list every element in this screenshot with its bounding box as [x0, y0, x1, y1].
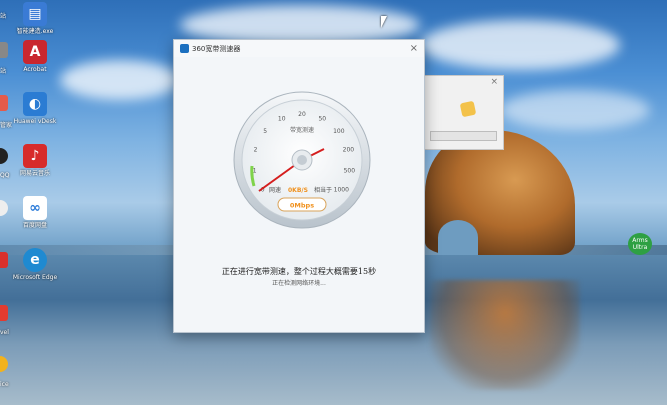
gauge-svg: 01251020501002005001000 带宽测速 网速 0KB/S 相当… [233, 91, 371, 229]
vdesk-icon: ◐ [23, 92, 47, 116]
gauge-tick-label: 2 [254, 147, 258, 154]
desktop-icon-label: 网易云音乐 [19, 170, 50, 177]
tray-badge[interactable]: Arms Ultra [628, 233, 652, 255]
desktop-icon-edge[interactable]: e Microsoft Edge [6, 248, 64, 282]
desktop-icon-label: 智能建造.exe [16, 28, 54, 35]
cloud [500, 90, 650, 130]
edge-label: vel [0, 329, 9, 336]
gauge-tick-label: 20 [298, 111, 306, 118]
app-logo-icon [180, 44, 189, 53]
app-icon[interactable] [0, 305, 8, 321]
cloud [60, 60, 180, 100]
acrobat-icon: A [23, 40, 47, 64]
desktop-icon-smart-build[interactable]: ▤ 智能建造.exe [6, 2, 64, 36]
gauge-tick-label: 500 [344, 167, 356, 174]
gauge-tick-label: 5 [263, 128, 267, 135]
equivalent-label: 相当于 [314, 186, 332, 194]
desktop-icon-netease-music[interactable]: ♪ 网易云音乐 [6, 144, 64, 178]
progress-bar [430, 131, 497, 141]
file-icon: ▤ [23, 2, 47, 26]
gauge-tick-label: 200 [343, 147, 355, 154]
window-title: 360宽带测速器 [192, 44, 241, 53]
edge-icon: e [23, 248, 47, 272]
edge-label: ice [0, 381, 9, 388]
gauge-tick-label: 1 [253, 167, 257, 174]
desktop-icon-label: Microsoft Edge [12, 274, 58, 281]
speed-label: 网速 [269, 187, 281, 194]
gauge-tick-label: 10 [278, 116, 286, 123]
gauge-tick-label: 50 [318, 116, 326, 123]
close-button[interactable]: × [410, 43, 418, 54]
desktop-icon-label: Acrobat [23, 66, 47, 73]
rock-reflection [430, 280, 580, 390]
status-message: 正在进行宽带测速，整个过程大概需要15秒 [221, 267, 377, 276]
speed-gauge: 0 1 2 5 10 20 50 100 200 500 1000 带宽测速 网速 0KB/S 相当… [232, 90, 372, 230]
cloud [420, 20, 620, 70]
background-window[interactable]: × [424, 75, 504, 150]
status-sub-message: 正在检测网络环境... [272, 280, 326, 287]
rock-arch-opening [438, 220, 478, 255]
desktop-icon-huawei-vdesk[interactable]: ◐ Huawei vDesk [6, 92, 64, 126]
gauge-hub-inner [297, 155, 307, 165]
speedtest-window: 360宽带测速器 × 0 1 2 5 10 20 50 100 200 500 1000 带宽测速 [173, 39, 425, 333]
mouse-cursor-icon [381, 16, 387, 28]
gauge-center-label: 带宽测速 [290, 126, 314, 134]
mbps-value: 0Mbps [290, 202, 314, 210]
desktop-icon-baidu-netdisk[interactable]: ∞ 百度网盘 [6, 196, 64, 230]
gauge-tick-label: 1000 [334, 187, 349, 194]
title-bar[interactable]: 360宽带测速器 × [174, 40, 424, 57]
desktop-icon-label: Huawei vDesk [13, 118, 57, 125]
desktop-icon-label: 百度网盘 [22, 222, 47, 229]
close-icon[interactable]: × [490, 77, 498, 87]
speed-value: 0KB/S [288, 187, 308, 194]
cloud-drive-icon: ∞ [23, 196, 47, 220]
music-icon: ♪ [23, 144, 47, 168]
desktop-icon-acrobat[interactable]: A Acrobat [6, 40, 64, 74]
image-icon [459, 100, 477, 118]
gauge-tick-label: 100 [333, 128, 345, 135]
